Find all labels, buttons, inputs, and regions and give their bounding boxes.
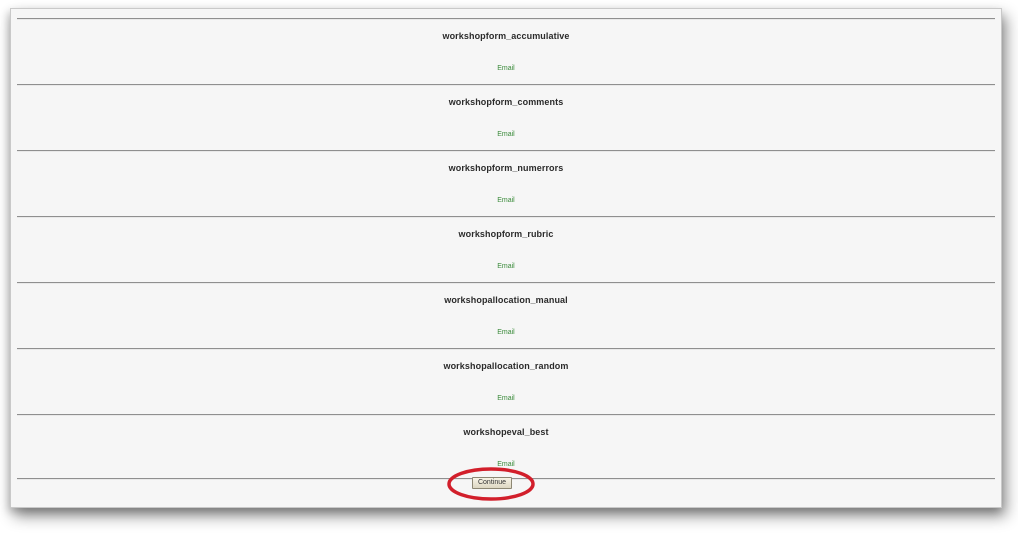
plugin-name: workshopallocation_random xyxy=(443,361,569,371)
divider xyxy=(17,414,995,416)
plugin-name: workshopform_accumulative xyxy=(442,31,570,41)
plugin-action-link[interactable]: Email xyxy=(11,197,1001,204)
plugin-action-link[interactable]: Email xyxy=(11,461,1001,468)
plugin-list-panel: workshopform_accumulative Email workshop… xyxy=(10,8,1002,508)
plugin-action-link[interactable]: Email xyxy=(11,395,1001,402)
divider xyxy=(17,84,995,86)
plugin-name: workshopallocation_manual xyxy=(444,295,568,305)
plugin-name: workshopform_rubric xyxy=(458,229,554,239)
divider xyxy=(17,18,995,20)
plugin-name: workshopform_numerrors xyxy=(448,163,564,173)
divider xyxy=(17,282,995,284)
plugin-action-link[interactable]: Email xyxy=(11,65,1001,72)
divider xyxy=(17,150,995,152)
plugin-action-link[interactable]: Email xyxy=(11,329,1001,336)
divider xyxy=(17,216,995,218)
divider xyxy=(17,348,995,350)
plugin-name: workshopform_comments xyxy=(448,97,564,107)
plugin-action-link[interactable]: Email xyxy=(11,263,1001,270)
page: workshopform_accumulative Email workshop… xyxy=(0,0,1018,538)
plugin-action-link[interactable]: Email xyxy=(11,131,1001,138)
plugin-name: workshopeval_best xyxy=(463,427,549,437)
continue-button[interactable]: Continue xyxy=(472,477,512,489)
